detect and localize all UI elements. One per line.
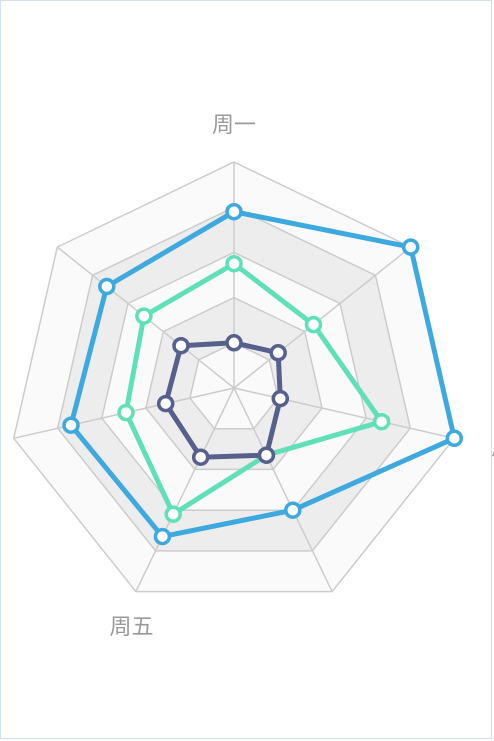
series-2-point-0 xyxy=(225,334,243,352)
series-0-point-4 xyxy=(153,527,172,546)
series-2-point-3 xyxy=(257,446,276,464)
series-0-point-1 xyxy=(401,238,420,256)
series-2-point-4 xyxy=(191,448,210,466)
series-1-point-0 xyxy=(225,254,243,273)
series-2-point-5 xyxy=(156,394,175,413)
axis-label-4: 周五 xyxy=(109,615,153,640)
series-0-point-0 xyxy=(225,202,243,221)
series-0-point-5 xyxy=(62,416,80,434)
series-1-point-5 xyxy=(117,403,135,422)
series-0-point-3 xyxy=(284,501,302,519)
series-2-point-2 xyxy=(271,389,290,408)
series-0-point-2 xyxy=(445,429,464,448)
series-1-point-4 xyxy=(164,505,182,523)
series-1-point-2 xyxy=(372,412,391,431)
series-1-point-1 xyxy=(304,315,323,334)
series-2-point-1 xyxy=(269,344,287,362)
radar-chart: 周一周日周五周四 xyxy=(12,113,494,640)
series-2-point-6 xyxy=(172,336,190,355)
axis-label-0: 周一 xyxy=(212,113,256,138)
series-0-point-6 xyxy=(98,277,116,296)
series-1-point-6 xyxy=(135,307,153,325)
